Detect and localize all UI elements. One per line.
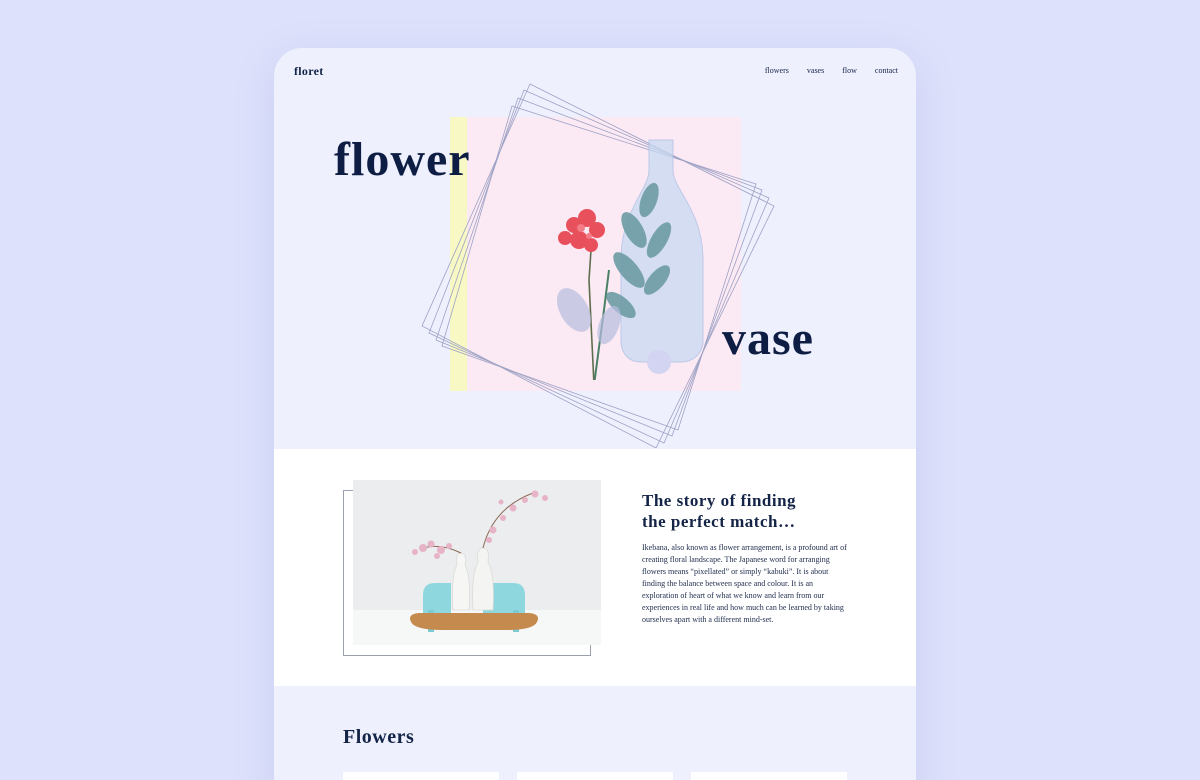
story-photo <box>353 480 601 645</box>
flower-card[interactable] <box>343 772 499 780</box>
flower-card[interactable] <box>517 772 673 780</box>
nav-item-contact[interactable]: contact <box>875 66 898 75</box>
hero-word-flower: flower <box>334 133 471 186</box>
hero-word-vase: vase <box>722 312 814 365</box>
story-title: The story of finding the perfect match… <box>642 490 862 532</box>
nav-item-flowers[interactable]: flowers <box>765 66 789 75</box>
device-frame: flower vase floret flowers vases flow co… <box>274 48 916 780</box>
top-nav: floret flowers vases flow contact <box>274 48 916 92</box>
story-section: The story of finding the perfect match… … <box>274 449 916 686</box>
flower-card[interactable] <box>691 772 847 780</box>
story-body: Ikebana, also known as flower arrangemen… <box>642 543 847 624</box>
story-title-line-2: the perfect match… <box>642 512 796 531</box>
brand-logo[interactable]: floret <box>294 64 324 79</box>
flowers-section: Flowers <box>274 686 916 780</box>
nav-item-flow[interactable]: flow <box>842 66 857 75</box>
flowers-heading: Flowers <box>343 726 415 748</box>
hero-section: flower vase <box>274 48 916 449</box>
flower-vase-illustration <box>556 139 704 380</box>
nav-links: flowers vases flow contact <box>765 66 898 75</box>
story-title-line-1: The story of finding <box>642 491 797 510</box>
nav-item-vases[interactable]: vases <box>807 66 824 75</box>
vases-photo-illustration <box>353 480 601 645</box>
